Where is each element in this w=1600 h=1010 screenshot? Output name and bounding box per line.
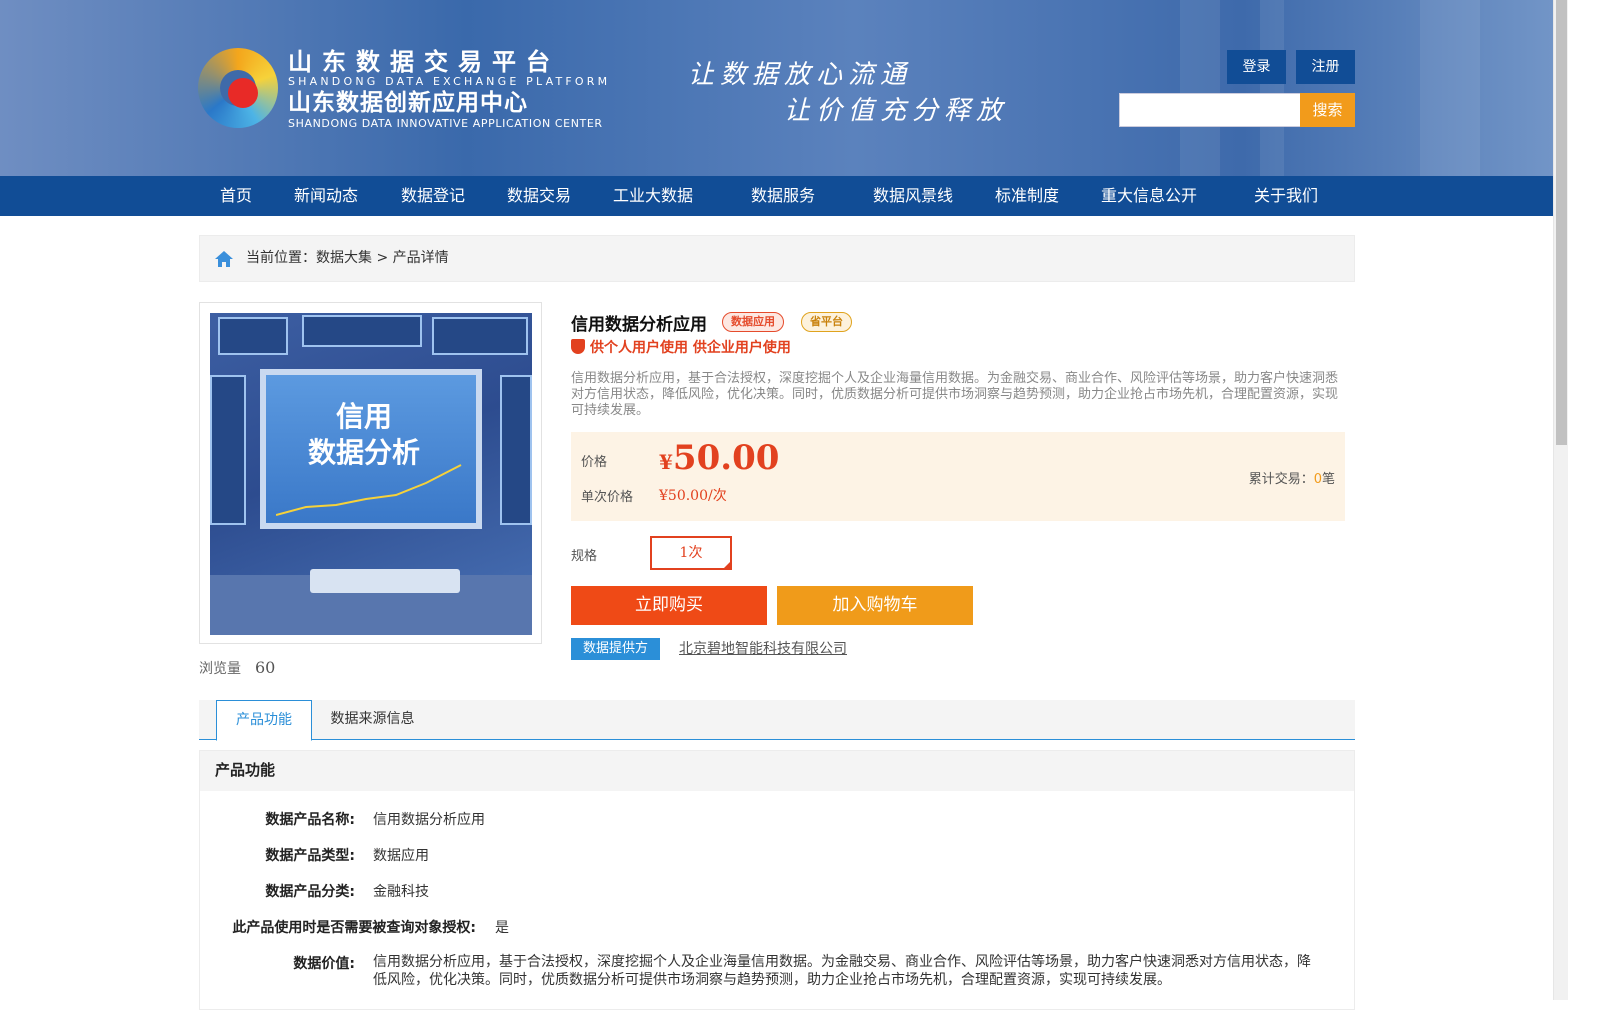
spec-option-selected[interactable]: 1次 [650, 536, 732, 570]
feature-section: 产品功能 数据产品名称: 信用数据分析应用 数据产品类型: 数据应用 数据产品分… [199, 750, 1355, 1010]
logo-subtitle-cn: 山东数据创新应用中心 [288, 90, 528, 116]
price-label: 价格 [581, 455, 608, 470]
spec-option-label: 1次 [679, 545, 703, 561]
price-currency: ¥ [659, 450, 673, 474]
image-title-line1: 信用 [336, 400, 393, 433]
banner-decoration [1420, 0, 1480, 176]
nav-item-home[interactable]: 首页 [220, 176, 252, 216]
logo-title-en: SHANDONG DATA EXCHANGE PLATFORM [288, 75, 611, 88]
feature-key: 数据价值: [293, 956, 355, 972]
unit-price-label: 单次价格 [581, 490, 634, 505]
login-button[interactable]: 登录 [1227, 50, 1286, 84]
feature-key: 数据产品分类: [265, 884, 355, 900]
breadcrumb-text[interactable]: 当前位置：数据大集 > 产品详情 [246, 236, 449, 281]
views-count: 60 [255, 658, 276, 677]
slogan-line1: 让数据放心流通 [688, 60, 913, 90]
banner-decoration [1260, 0, 1284, 176]
selected-corner-icon [722, 560, 732, 570]
price-value: 50.00 [672, 438, 780, 478]
nav-item-data-scenery[interactable]: 数据风景线 [873, 176, 953, 216]
tag-provincial-platform: 省平台 [801, 312, 852, 332]
banner-decoration [1180, 0, 1220, 176]
feature-value: 信用数据分析应用 [373, 812, 485, 828]
nav-item-trading[interactable]: 数据交易 [507, 176, 571, 216]
feature-heading: 产品功能 [200, 751, 1354, 791]
home-icon[interactable] [214, 250, 234, 268]
nav-item-data-services[interactable]: 数据服务 [751, 176, 815, 216]
tab-data-source[interactable]: 数据来源信息 [319, 700, 426, 740]
nav-item-standards[interactable]: 标准制度 [995, 176, 1059, 216]
nav-item-about[interactable]: 关于我们 [1254, 176, 1318, 216]
nav-item-news[interactable]: 新闻动态 [294, 176, 358, 216]
header-banner: 山东数据交易平台 SHANDONG DATA EXCHANGE PLATFORM… [0, 0, 1553, 176]
trade-count: 累计交易：0笔 [1249, 468, 1335, 487]
unit-price-value: ¥50.00/次 [659, 488, 727, 504]
views-label: 浏览量 [199, 661, 241, 677]
price-amount: ¥50.00 [659, 438, 779, 478]
detail-tabs: 产品功能 数据来源信息 [199, 700, 1355, 741]
shield-icon [571, 339, 585, 354]
product-image-frame: 信用 数据分析 [199, 302, 542, 644]
buy-now-button[interactable]: 立即购买 [571, 586, 767, 625]
add-to-cart-button[interactable]: 加入购物车 [777, 586, 973, 625]
feature-value: 金融科技 [373, 884, 429, 900]
provider-link[interactable]: 北京碧地智能科技有限公司 [679, 638, 847, 658]
nav-item-registration[interactable]: 数据登记 [401, 176, 465, 216]
trades-unit: 笔 [1321, 472, 1335, 487]
feature-key: 数据产品类型: [265, 848, 355, 864]
register-button[interactable]: 注册 [1296, 50, 1355, 84]
usage-text: 供个人用户使用 供企业用户使用 [590, 340, 791, 356]
feature-value: 是 [495, 920, 509, 936]
slogan-line2: 让价值充分释放 [784, 96, 1009, 126]
provider-badge: 数据提供方 [571, 638, 660, 660]
price-panel: 价格 ¥50.00 单次价格 ¥50.00/次 累计交易：0笔 [571, 432, 1345, 521]
logo-subtitle-en: SHANDONG DATA INNOVATIVE APPLICATION CEN… [288, 117, 603, 130]
scrollbar-thumb[interactable] [1556, 0, 1567, 445]
feature-value: 信用数据分析应用，基于合法授权，深度挖掘个人及企业海量信用数据。为金融交易、商业… [373, 954, 1311, 988]
feature-key: 此产品使用时是否需要被查询对象授权: [232, 920, 476, 936]
main-nav: 首页 新闻动态 数据登记 数据交易 工业大数据 数据服务 数据风景线 标准制度 … [0, 176, 1553, 216]
platform-logo-icon[interactable] [198, 48, 278, 128]
breadcrumb: 当前位置：数据大集 > 产品详情 [199, 235, 1355, 282]
feature-key: 数据产品名称: [265, 812, 355, 828]
page-scrollbar[interactable] [1553, 0, 1568, 1000]
tag-data-application: 数据应用 [722, 312, 784, 332]
search-button[interactable]: 搜索 [1300, 93, 1355, 127]
product-description: 信用数据分析应用，基于合法授权，深度挖掘个人及企业海量信用数据。为金融交易、商业… [571, 371, 1339, 418]
product-title: 信用数据分析应用 [571, 315, 707, 335]
views-counter: 浏览量 60 [199, 658, 275, 678]
chart-line-icon [276, 464, 462, 516]
trades-label: 累计交易： [1248, 472, 1314, 487]
feature-value: 数据应用 [373, 848, 429, 864]
trades-count: 0 [1313, 472, 1322, 487]
nav-item-industrial-data[interactable]: 工业大数据 [613, 176, 693, 216]
search-input[interactable] [1119, 93, 1301, 127]
usage-notice: 供个人用户使用 供企业用户使用 [571, 337, 791, 357]
logo-title-cn: 山东数据交易平台 [288, 48, 560, 76]
spec-label: 规格 [571, 549, 598, 564]
nav-item-disclosure[interactable]: 重大信息公开 [1101, 176, 1197, 216]
platform-logo-text[interactable]: 山东数据交易平台 SHANDONG DATA EXCHANGE PLATFORM… [288, 48, 610, 130]
product-image: 信用 数据分析 [210, 313, 532, 635]
tab-product-features[interactable]: 产品功能 [216, 700, 312, 741]
